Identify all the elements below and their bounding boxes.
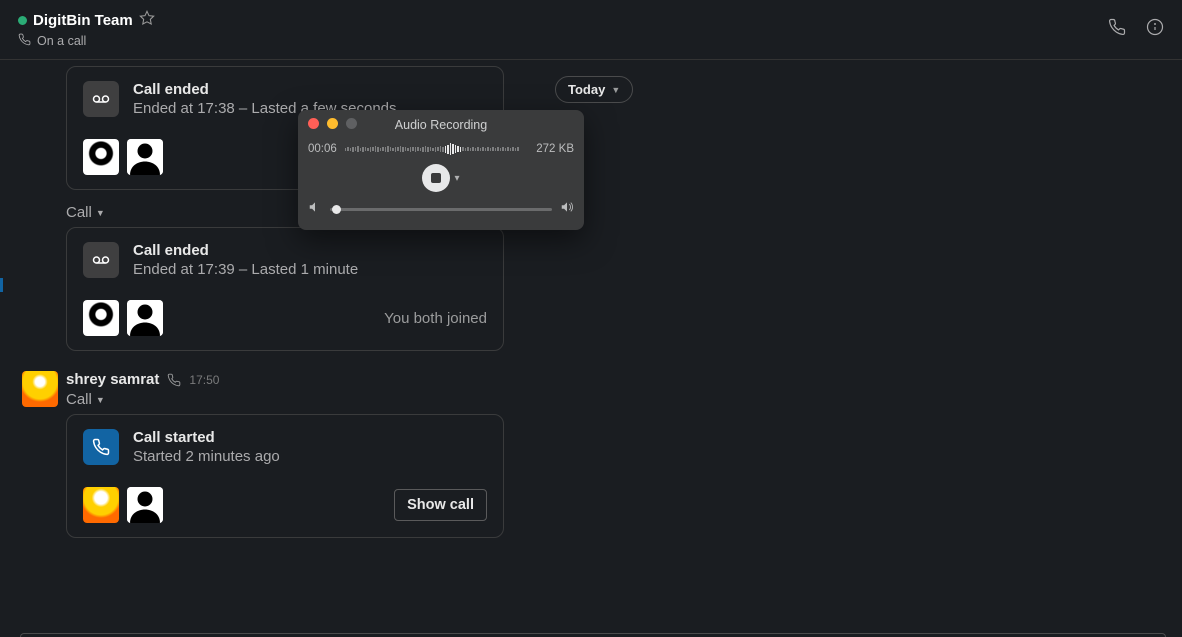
chevron-down-icon: ▼ — [96, 208, 105, 218]
presence-indicator — [18, 16, 27, 25]
recording-size: 272 KB — [536, 143, 574, 155]
stop-button[interactable] — [422, 164, 450, 192]
avatar[interactable] — [83, 139, 119, 175]
call-title: Call ended — [133, 242, 358, 259]
call-foot-text: You both joined — [384, 310, 487, 327]
audio-recording-panel[interactable]: Audio Recording 00:06 272 KB ▾ — [298, 110, 584, 230]
channel-header: DigitBin Team On a call — [0, 0, 1182, 60]
recording-elapsed: 00:06 — [308, 143, 337, 155]
audio-recording-title: Audio Recording — [395, 118, 487, 132]
volume-slider[interactable] — [330, 208, 552, 211]
call-icon[interactable] — [1108, 18, 1126, 41]
call-label[interactable]: Call ▼ — [66, 391, 1182, 408]
avatar[interactable] — [127, 300, 163, 336]
chevron-down-icon[interactable]: ▾ — [454, 173, 459, 184]
avatar[interactable] — [127, 487, 163, 523]
call-card: Call started Started 2 minutes ago Show … — [66, 414, 504, 538]
avatar[interactable] — [22, 371, 58, 407]
avatar[interactable] — [127, 139, 163, 175]
phone-icon — [83, 429, 119, 465]
voicemail-icon — [83, 81, 119, 117]
call-detail: Ended at 17:39 – Lasted 1 minute — [133, 261, 358, 278]
volume-high-icon[interactable] — [560, 200, 574, 219]
volume-low-icon[interactable] — [308, 200, 322, 219]
call-detail: Started 2 minutes ago — [133, 448, 280, 465]
call-title: Call ended — [133, 81, 397, 98]
close-icon[interactable] — [308, 118, 319, 129]
channel-title[interactable]: DigitBin Team — [33, 12, 133, 29]
info-icon[interactable] — [1146, 18, 1164, 41]
maximize-icon — [346, 118, 357, 129]
phone-icon — [18, 33, 31, 49]
minimize-icon[interactable] — [327, 118, 338, 129]
phone-icon — [167, 371, 181, 389]
header-subline: On a call — [37, 34, 86, 48]
call-title: Call started — [133, 429, 280, 446]
waveform — [345, 142, 528, 156]
chevron-down-icon: ▼ — [96, 395, 105, 405]
voicemail-icon — [83, 242, 119, 278]
star-icon[interactable] — [139, 10, 155, 31]
call-card: Call ended Ended at 17:39 – Lasted 1 min… — [66, 227, 504, 351]
message-author[interactable]: shrey samrat — [66, 371, 159, 388]
show-call-button[interactable]: Show call — [394, 489, 487, 521]
message-composer[interactable] — [20, 633, 1166, 637]
message-time: 17:50 — [189, 373, 219, 387]
message-list: Call ended Ended at 17:38 – Lasted a few… — [0, 60, 1182, 637]
avatar[interactable] — [83, 300, 119, 336]
call-label[interactable]: Call ▼ — [66, 204, 1182, 221]
avatar[interactable] — [83, 487, 119, 523]
